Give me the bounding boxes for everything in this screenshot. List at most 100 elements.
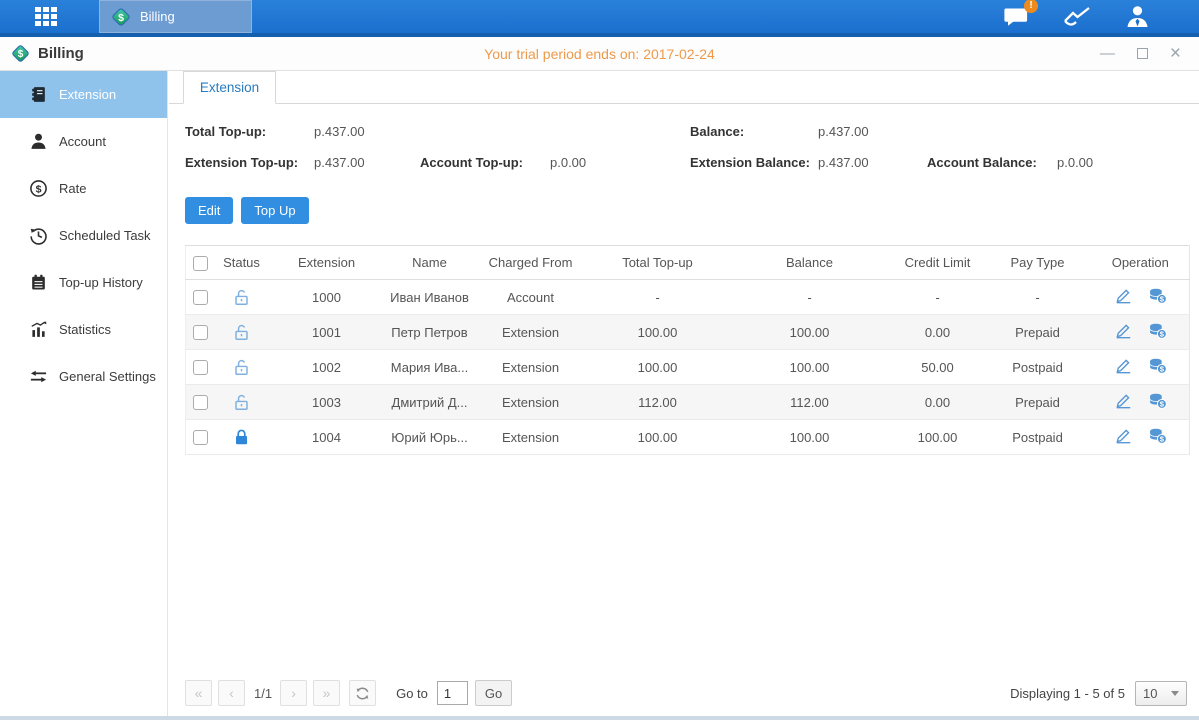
topup-history-icon [29,273,48,292]
cell-name: Петр Петров [386,315,474,350]
minimize-button[interactable]: — [1100,46,1115,61]
account-balance-value: p.0.00 [1057,155,1093,170]
table-row: 1000Иван ИвановAccount----$ [186,280,1190,315]
main-panel: Extension Total Top-up: p.437.00 Extensi… [169,71,1199,716]
row-checkbox[interactable] [193,360,208,375]
cell-status [216,350,268,385]
cell-select [186,315,216,350]
column-header-charged-from: Charged From [474,246,588,280]
sidebar-item-top-up-history[interactable]: Top-up History [0,259,167,306]
tab-extension[interactable]: Extension [183,71,276,104]
topup-icon[interactable]: $ [1148,356,1167,375]
cell-operation: $ [1092,420,1190,455]
cell-charged-from: Extension [474,315,588,350]
user-account-icon[interactable] [1124,4,1151,29]
billing-diamond-icon: $ [110,6,132,28]
sidebar-item-extension[interactable]: Extension [0,71,167,118]
table-row: 1004Юрий Юрь...Extension100.00100.00100.… [186,420,1190,455]
cell-credit-limit: 50.00 [892,350,984,385]
cell-balance: 112.00 [728,385,892,420]
column-header-operation: Operation [1092,246,1190,280]
cell-balance: - [728,280,892,315]
topup-icon[interactable]: $ [1148,391,1167,410]
lock-open-icon [232,323,251,342]
account-icon [29,132,48,151]
table-row: 1002Мария Ива...Extension100.00100.0050.… [186,350,1190,385]
lock-open-icon [232,358,251,377]
sidebar-item-rate[interactable]: $Rate [0,165,167,212]
cell-credit-limit: 0.00 [892,385,984,420]
go-button[interactable]: Go [475,680,512,706]
cell-total-topup: 112.00 [588,385,728,420]
messages-icon[interactable]: ! [1003,5,1030,29]
last-page-button[interactable]: » [313,680,340,706]
sidebar-item-scheduled-task[interactable]: Scheduled Task [0,212,167,259]
cell-balance: 100.00 [728,420,892,455]
cell-balance: 100.00 [728,350,892,385]
statistics-icon [29,320,48,339]
balance-summary: Total Top-up: p.437.00 Extension Top-up:… [185,116,1187,178]
column-header-total-top-up: Total Top-up [588,246,728,280]
column-header-extension: Extension [268,246,386,280]
lock-closed-icon [232,428,251,447]
cell-pay-type: Prepaid [984,315,1092,350]
row-checkbox[interactable] [193,290,208,305]
next-page-button[interactable]: › [280,680,307,706]
lock-open-icon [232,288,251,307]
cell-extension: 1004 [268,420,386,455]
displaying-text: Displaying 1 - 5 of 5 [1010,686,1125,701]
sidebar-item-label: General Settings [59,369,156,384]
cell-name: Иван Иванов [386,280,474,315]
window-bottom-edge [0,716,1199,720]
account-topup-label: Account Top-up: [420,155,550,170]
edit-icon[interactable] [1114,426,1133,445]
edit-icon[interactable] [1114,391,1133,410]
pagination-bar: « ‹ 1/1 › » Go to Go Displaying 1 - 5 of… [185,679,1187,707]
extension-balance-label: Extension Balance: [690,155,818,170]
row-checkbox[interactable] [193,325,208,340]
edit-icon[interactable] [1114,356,1133,375]
top-up-button[interactable]: Top Up [241,197,308,224]
page-size-select[interactable]: 10 [1135,681,1187,706]
goto-page-input[interactable] [437,681,468,705]
monitor-chart-icon[interactable] [1063,5,1091,29]
sidebar-item-statistics[interactable]: Statistics [0,306,167,353]
topup-icon[interactable]: $ [1148,286,1167,305]
topup-icon[interactable]: $ [1148,426,1167,445]
cell-select [186,385,216,420]
maximize-button[interactable] [1137,48,1148,59]
tab-strip: Extension [169,71,1199,104]
app-launcher-icon[interactable] [35,7,57,26]
cell-extension: 1000 [268,280,386,315]
row-checkbox[interactable] [193,430,208,445]
edit-button[interactable]: Edit [185,197,233,224]
sidebar-item-general-settings[interactable]: General Settings [0,353,167,400]
goto-label: Go to [396,686,428,701]
sidebar: Extension Account $RateScheduled Task Top-u… [0,71,168,716]
sidebar-item-label: Top-up History [59,275,143,290]
window-titlebar: Your trial period ends on: 2017-02-24 $ … [0,37,1199,71]
cell-extension: 1001 [268,315,386,350]
extensions-table: StatusExtensionNameCharged FromTotal Top… [185,245,1190,455]
select-all-header [186,246,216,280]
cell-credit-limit: 100.00 [892,420,984,455]
edit-icon[interactable] [1114,286,1133,305]
page-size-value: 10 [1143,686,1157,701]
cell-total-topup: 100.00 [588,350,728,385]
refresh-icon[interactable] [349,680,376,706]
cell-operation: $ [1092,280,1190,315]
prev-page-button[interactable]: ‹ [218,680,245,706]
first-page-button[interactable]: « [185,680,212,706]
row-checkbox[interactable] [193,395,208,410]
cell-name: Мария Ива... [386,350,474,385]
topup-icon[interactable]: $ [1148,321,1167,340]
close-button[interactable]: × [1170,44,1181,63]
sidebar-item-label: Extension [59,87,116,102]
sidebar-item-account[interactable]: Account [0,118,167,165]
cell-balance: 100.00 [728,315,892,350]
page-indicator: 1/1 [254,686,272,701]
select-all-checkbox[interactable] [193,256,208,271]
taskbar-tab-billing[interactable]: $ Billing [99,0,252,33]
sidebar-item-label: Account [59,134,106,149]
edit-icon[interactable] [1114,321,1133,340]
